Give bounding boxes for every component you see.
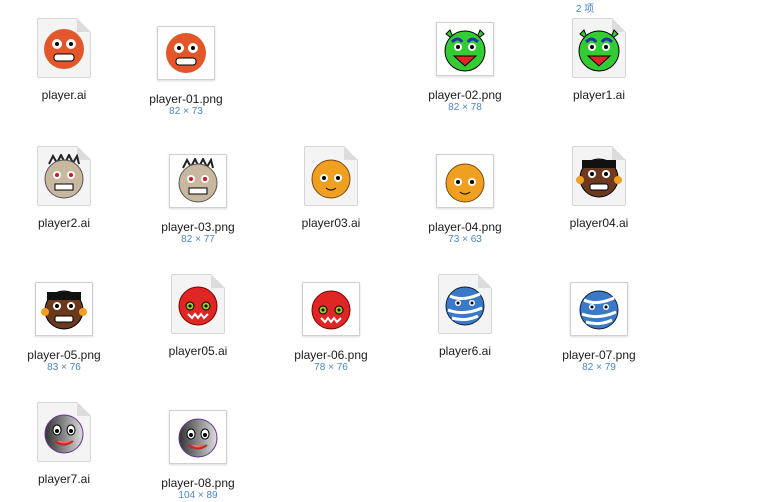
png-thumbnail (155, 22, 217, 84)
image-dimensions: 82 × 77 (181, 234, 215, 245)
ai-file-icon (33, 18, 95, 80)
ai-file-icon (167, 274, 229, 336)
file-item[interactable]: player7.ai (4, 402, 124, 486)
png-thumbnail (568, 278, 630, 340)
file-item[interactable]: player1.ai (539, 18, 659, 102)
file-item[interactable]: player-06.png 78 × 76 (271, 278, 391, 374)
image-dimensions: 78 × 76 (314, 362, 348, 373)
file-name: player.ai (41, 88, 87, 102)
file-item[interactable]: player.ai (4, 18, 124, 102)
png-thumbnail (33, 278, 95, 340)
file-item[interactable]: player-04.png 73 × 63 (405, 150, 525, 246)
file-item[interactable]: player-05.png 83 × 76 (4, 278, 124, 374)
png-thumbnail (434, 150, 496, 212)
file-item[interactable]: player04.ai (539, 146, 659, 230)
file-item[interactable]: player6.ai (405, 274, 525, 358)
file-name: player-02.png (428, 88, 502, 102)
file-item[interactable]: player2.ai (4, 146, 124, 230)
ai-file-icon (568, 146, 630, 208)
file-name: player6.ai (438, 344, 492, 358)
image-dimensions: 104 × 89 (178, 490, 218, 501)
file-name: player-01.png (149, 92, 223, 106)
png-thumbnail (167, 150, 229, 212)
ai-file-icon (33, 402, 95, 464)
file-name: player-03.png (161, 220, 235, 234)
file-name: player2.ai (37, 216, 91, 230)
file-item[interactable]: player03.ai (271, 146, 391, 230)
image-dimensions: 82 × 79 (582, 362, 616, 373)
image-dimensions: 73 × 63 (448, 234, 482, 245)
image-dimensions: 82 × 78 (448, 102, 482, 113)
ai-file-icon (33, 146, 95, 208)
ai-file-icon (300, 146, 362, 208)
file-name: player-08.png (161, 476, 235, 490)
ai-file-icon (568, 18, 630, 80)
file-item[interactable]: player05.ai (138, 274, 258, 358)
file-name: player-07.png (562, 348, 636, 362)
item-count-label: 2 项 (575, 4, 595, 15)
png-thumbnail (434, 18, 496, 80)
file-name: player-05.png (27, 348, 101, 362)
file-item[interactable]: player-02.png 82 × 78 (405, 18, 525, 114)
file-item[interactable]: player-08.png 104 × 89 (138, 406, 258, 502)
file-name: player-04.png (428, 220, 502, 234)
file-name: player1.ai (572, 88, 626, 102)
image-dimensions: 82 × 73 (169, 106, 203, 117)
file-item[interactable]: player-07.png 82 × 79 (539, 278, 659, 374)
png-thumbnail (300, 278, 362, 340)
file-name: player-06.png (294, 348, 368, 362)
png-thumbnail (167, 406, 229, 468)
file-name: player04.ai (569, 216, 629, 230)
file-name: player05.ai (168, 344, 228, 358)
image-dimensions: 83 × 76 (47, 362, 81, 373)
ai-file-icon (434, 274, 496, 336)
file-name: player7.ai (37, 472, 91, 486)
file-item[interactable]: player-03.png 82 × 77 (138, 150, 258, 246)
file-item[interactable]: player-01.png 82 × 73 (126, 22, 246, 118)
file-name: player03.ai (301, 216, 361, 230)
